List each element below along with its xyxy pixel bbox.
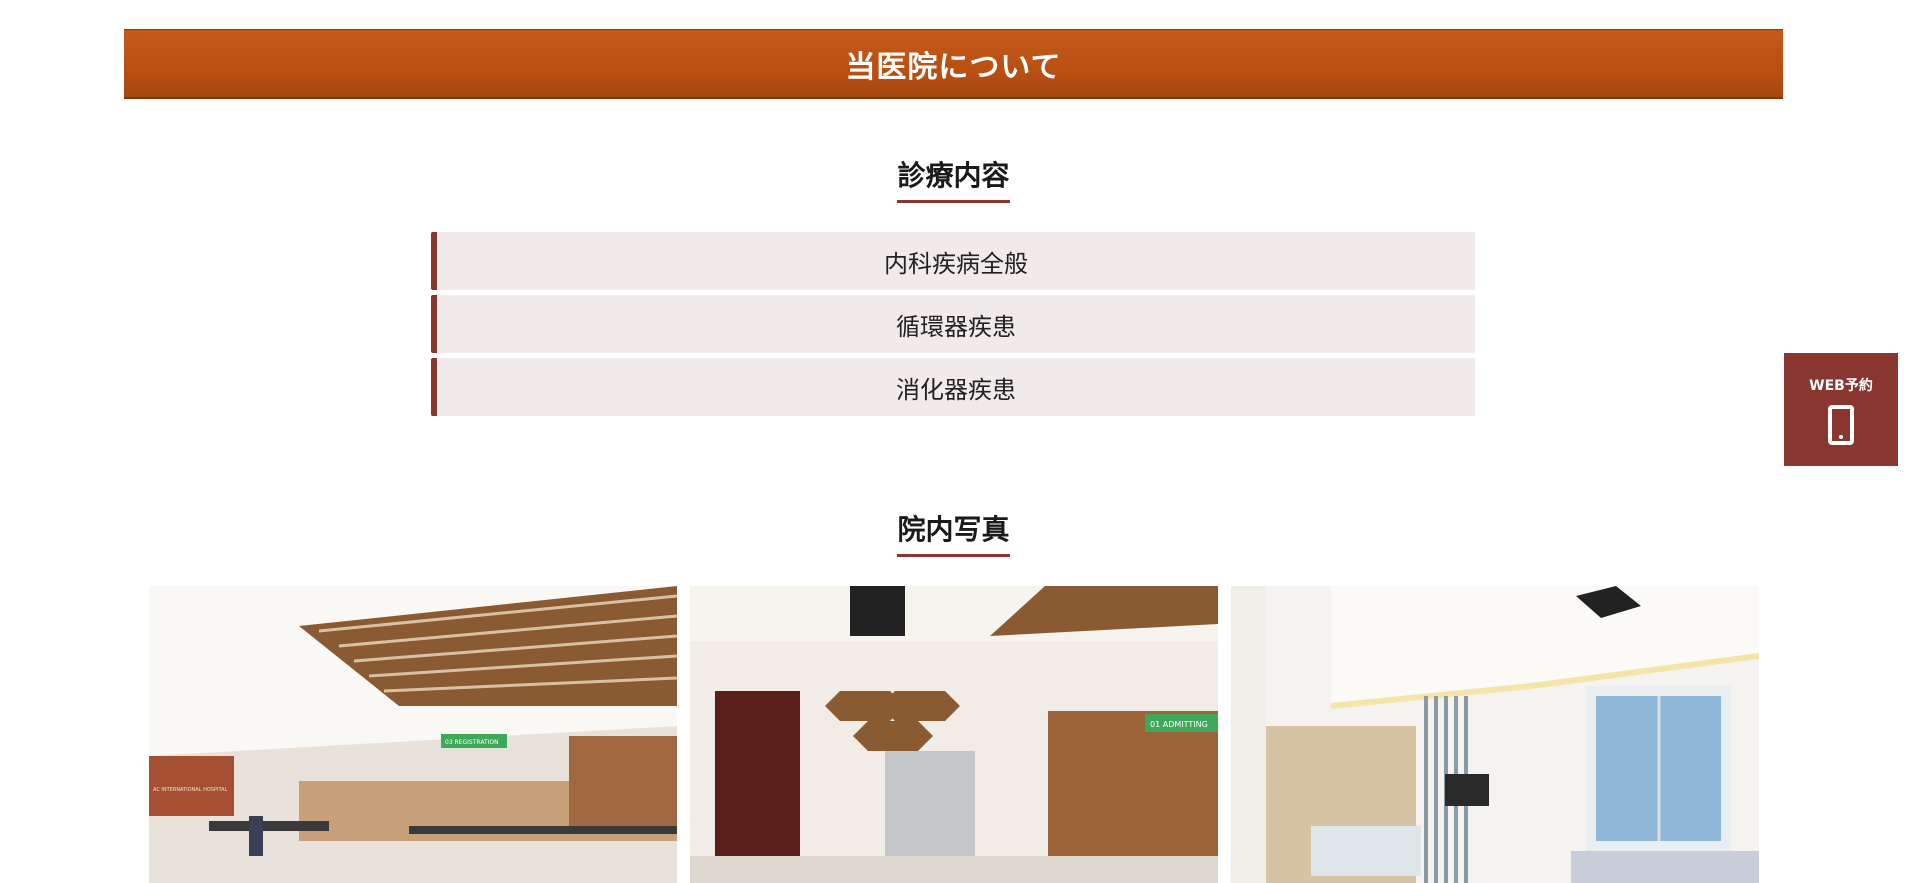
services-heading-text: 診療内容 — [897, 154, 1010, 203]
service-item: 循環器疾患 — [431, 295, 1475, 353]
services-list: 内科疾病全般 循環器疾患 消化器疾患 — [431, 232, 1475, 421]
gallery-heading-text: 院内写真 — [897, 508, 1010, 557]
web-reserve-label: WEB予約 — [1809, 377, 1873, 394]
lobby-sign-text: 03 REGISTRATION — [445, 739, 499, 746]
lobby-photo[interactable]: AC INTERNATIONAL HOSPITAL 03 REGISTRATIO… — [149, 586, 677, 883]
web-reserve-button[interactable]: WEB予約 — [1784, 353, 1898, 466]
page: 当医院について 診療内容 内科疾病全般 循環器疾患 消化器疾患 院内写真 AC … — [0, 0, 1907, 883]
service-item: 消化器疾患 — [431, 358, 1475, 416]
hallway-photo-image: 01 ADMITTING — [690, 586, 1218, 883]
lobby-sign-text: AC INTERNATIONAL HOSPITAL — [153, 787, 228, 793]
services-heading: 診療内容 — [0, 154, 1907, 203]
ward-room-photo[interactable] — [1231, 586, 1759, 883]
service-item: 内科疾病全般 — [431, 232, 1475, 290]
smartphone-icon — [1828, 404, 1854, 445]
lobby-photo-image: AC INTERNATIONAL HOSPITAL 03 REGISTRATIO… — [149, 586, 677, 883]
ward-room-photo-image — [1231, 586, 1759, 883]
hallway-sign-text: 01 ADMITTING — [1150, 720, 1208, 729]
page-banner: 当医院について — [124, 29, 1783, 99]
photo-gallery: AC INTERNATIONAL HOSPITAL 03 REGISTRATIO… — [149, 586, 1759, 883]
page-title: 当医院について — [845, 49, 1062, 85]
hallway-photo[interactable]: 01 ADMITTING — [690, 586, 1218, 883]
gallery-heading: 院内写真 — [0, 508, 1907, 557]
